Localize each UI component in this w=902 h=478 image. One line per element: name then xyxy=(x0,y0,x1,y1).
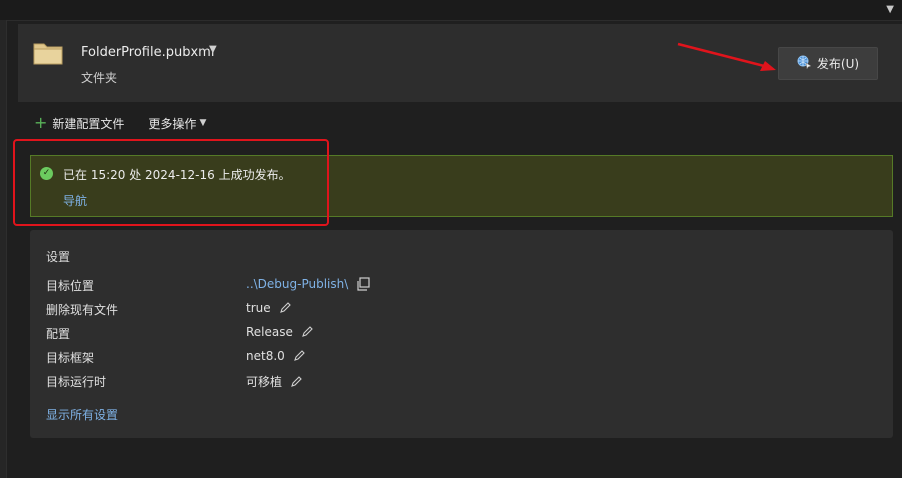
setting-row-target-location: 目标位置 ..\Debug-Publish\ xyxy=(46,277,446,295)
new-profile-button[interactable]: + 新建配置文件 xyxy=(34,115,124,132)
chevron-down-icon: ▼ xyxy=(199,118,207,128)
annotation-highlight-box xyxy=(13,139,329,226)
more-actions-button[interactable]: 更多操作 ▼ xyxy=(148,115,206,132)
setting-key: 目标框架 xyxy=(46,351,95,365)
top-strip: ▼ xyxy=(0,0,902,21)
more-actions-label: 更多操作 xyxy=(148,116,197,131)
settings-title: 设置 xyxy=(46,250,71,264)
copy-icon[interactable] xyxy=(356,277,370,291)
publish-button[interactable]: 发布(U) xyxy=(778,47,878,80)
setting-value: net8.0 xyxy=(246,349,285,363)
profile-type: 文件夹 xyxy=(81,71,118,85)
edit-icon[interactable] xyxy=(279,302,291,314)
left-rail xyxy=(0,20,7,478)
setting-key: 目标位置 xyxy=(46,279,95,293)
setting-row-delete-existing: 删除现有文件 true xyxy=(46,301,446,319)
new-profile-label: 新建配置文件 xyxy=(52,116,125,131)
setting-value: 可移植 xyxy=(246,375,283,389)
settings-panel: 设置 目标位置 ..\Debug-Publish\ 删除现有文件 true 配置… xyxy=(30,230,893,438)
edit-icon[interactable] xyxy=(293,350,305,362)
setting-key: 目标运行时 xyxy=(46,375,107,389)
target-location-link[interactable]: ..\Debug-Publish\ xyxy=(246,277,348,291)
edit-icon[interactable] xyxy=(301,326,313,338)
folder-icon xyxy=(33,41,63,65)
chevron-down-icon[interactable]: ▼ xyxy=(886,4,894,15)
edit-icon[interactable] xyxy=(290,375,302,388)
setting-value: true xyxy=(246,301,271,315)
plus-icon: + xyxy=(34,113,48,132)
annotation-arrow xyxy=(677,42,776,71)
show-all-settings-link[interactable]: 显示所有设置 xyxy=(46,406,118,423)
profile-name[interactable]: FolderProfile.pubxml xyxy=(81,45,214,60)
setting-row-target-framework: 目标框架 net8.0 xyxy=(46,349,446,367)
setting-value: Release xyxy=(246,325,293,339)
globe-publish-icon xyxy=(797,55,812,72)
toolbar: + 新建配置文件 更多操作 ▼ xyxy=(34,113,206,133)
setting-row-target-runtime: 目标运行时 可移植 xyxy=(46,373,446,391)
setting-row-configuration: 配置 Release xyxy=(46,325,446,343)
setting-key: 删除现有文件 xyxy=(46,303,119,317)
publish-label: 发布(U) xyxy=(816,57,860,71)
setting-key: 配置 xyxy=(46,327,71,341)
profile-dropdown-icon[interactable]: ▼ xyxy=(209,44,217,55)
